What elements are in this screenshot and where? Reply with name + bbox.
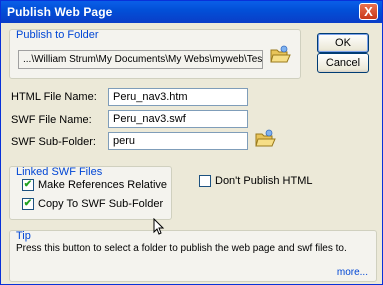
- open-folder-icon: [255, 129, 276, 147]
- publish-to-folder-group: Publish to Folder ...\William Strum\My D…: [9, 29, 301, 79]
- ok-button[interactable]: OK: [317, 33, 369, 53]
- publish-to-folder-label: Publish to Folder: [16, 29, 99, 41]
- publish-dialog: Publish Web Page X Publish to Folder ...…: [0, 0, 383, 285]
- make-references-relative-checkbox[interactable]: ✔: [22, 179, 34, 191]
- swf-file-name-input[interactable]: Peru_nav3.swf: [108, 110, 248, 128]
- open-folder-icon: [270, 45, 291, 63]
- make-references-relative-label: Make References Relative: [38, 179, 168, 191]
- copy-to-swf-sub-folder-label: Copy To SWF Sub-Folder: [38, 198, 164, 210]
- linked-swf-files-label: Linked SWF Files: [16, 166, 103, 178]
- window-title: Publish Web Page: [7, 5, 113, 19]
- copy-to-swf-sub-folder-row[interactable]: ✔ Copy To SWF Sub-Folder: [22, 198, 163, 210]
- swf-file-name-label: SWF File Name:: [11, 114, 92, 126]
- mouse-pointer-icon: [153, 217, 165, 238]
- make-references-relative-row[interactable]: ✔ Make References Relative: [22, 179, 167, 191]
- swf-sub-folder-input[interactable]: peru: [108, 132, 248, 150]
- browse-subfolder-button[interactable]: [253, 127, 277, 151]
- linked-swf-files-group: Linked SWF Files ✔ Make References Relat…: [9, 166, 172, 220]
- dont-publish-html-label: Don't Publish HTML: [215, 175, 313, 187]
- html-file-name-label: HTML File Name:: [11, 91, 97, 103]
- folder-path-field: ...\William Strum\My Documents\My Webs\m…: [18, 50, 263, 69]
- dont-publish-html-checkbox[interactable]: [199, 175, 211, 187]
- cancel-button[interactable]: Cancel: [317, 53, 369, 73]
- copy-to-swf-sub-folder-checkbox[interactable]: ✔: [22, 198, 34, 210]
- dont-publish-html-row[interactable]: Don't Publish HTML: [199, 175, 312, 187]
- title-bar: Publish Web Page X: [1, 1, 382, 23]
- browse-folder-button[interactable]: [268, 43, 292, 67]
- tip-group: Tip Press this button to select a folder…: [9, 230, 377, 282]
- close-button[interactable]: X: [359, 3, 378, 20]
- tip-label: Tip: [16, 230, 31, 242]
- tip-text: Press this button to select a folder to …: [16, 243, 347, 254]
- more-link[interactable]: more...: [337, 267, 368, 278]
- html-file-name-input[interactable]: Peru_nav3.htm: [108, 88, 248, 106]
- swf-sub-folder-label: SWF Sub-Folder:: [11, 136, 96, 148]
